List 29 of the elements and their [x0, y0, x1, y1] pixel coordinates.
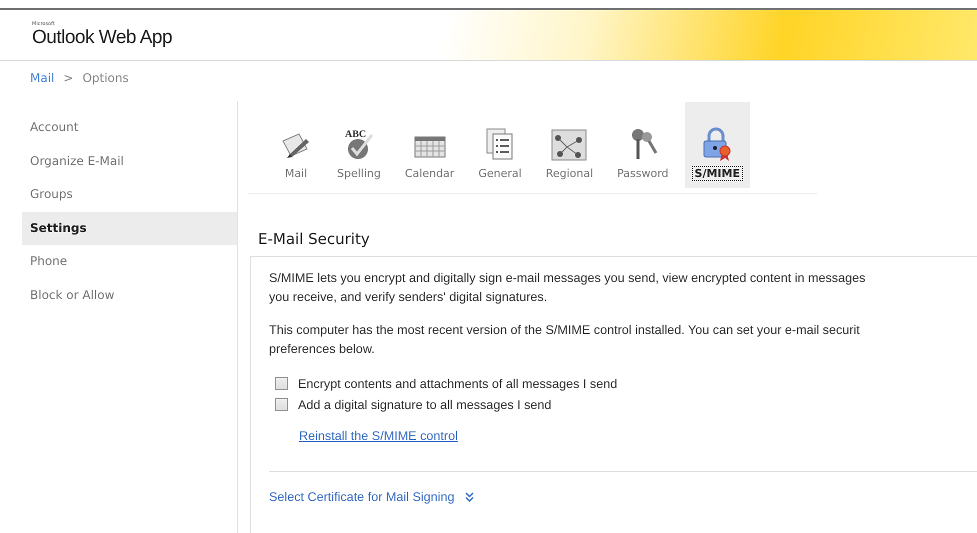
- checkbox-label: Add a digital signature to all messages I send: [298, 398, 552, 412]
- description-text: This computer has the most recent version of the S/MIME control installed. You can set your e-mail securit preferences below.: [269, 322, 861, 358]
- sidebar-item[interactable]: Block or Allow: [0, 278, 237, 313]
- documents-icon: [485, 127, 515, 161]
- checkbox-label: Encrypt contents and attachments of all messages I send: [298, 376, 618, 390]
- reinstall-link[interactable]: Reinstall the S/MIME control: [299, 429, 458, 443]
- sidebar-item[interactable]: Groups: [0, 178, 237, 212]
- sidebar-item[interactable]: Settings: [22, 212, 237, 246]
- toolbar-tab[interactable]: General: [469, 101, 531, 189]
- toolbar-tab[interactable]: ABC Spelling: [328, 101, 390, 189]
- breadcrumb-link[interactable]: Mail: [30, 71, 54, 85]
- map-icon: [551, 129, 588, 161]
- toolbar-tab[interactable]: Password: [608, 101, 678, 189]
- description-text: S/MIME lets you encrypt and digitally sign e-mail messages you send, view encrypted content in messages you receive, and verify senders' digital signatures.: [269, 270, 866, 306]
- toolbar-tab[interactable]: S/MIME: [684, 101, 751, 189]
- sidebar-item[interactable]: Phone: [0, 245, 237, 279]
- sidebar-item[interactable]: Organize E-Mail: [0, 144, 237, 178]
- toolbar-tab[interactable]: Regional: [536, 101, 602, 189]
- chevron-icon[interactable]: [464, 492, 474, 502]
- sidebar-item[interactable]: Account: [0, 111, 237, 145]
- section-title: E-Mail Security: [257, 229, 371, 250]
- checkbox[interactable]: [275, 377, 288, 390]
- breadcrumb-separator: >: [63, 71, 74, 85]
- expander-link[interactable]: Select Certificate for Mail Signing: [269, 490, 454, 504]
- app-logo-text: Outlook Web App: [32, 27, 172, 49]
- breadcrumb-current: Options: [82, 71, 129, 85]
- toolbar-tab[interactable]: Calendar: [396, 101, 464, 189]
- checkbox[interactable]: [275, 398, 288, 411]
- toolbar-tab[interactable]: Mail: [270, 101, 322, 189]
